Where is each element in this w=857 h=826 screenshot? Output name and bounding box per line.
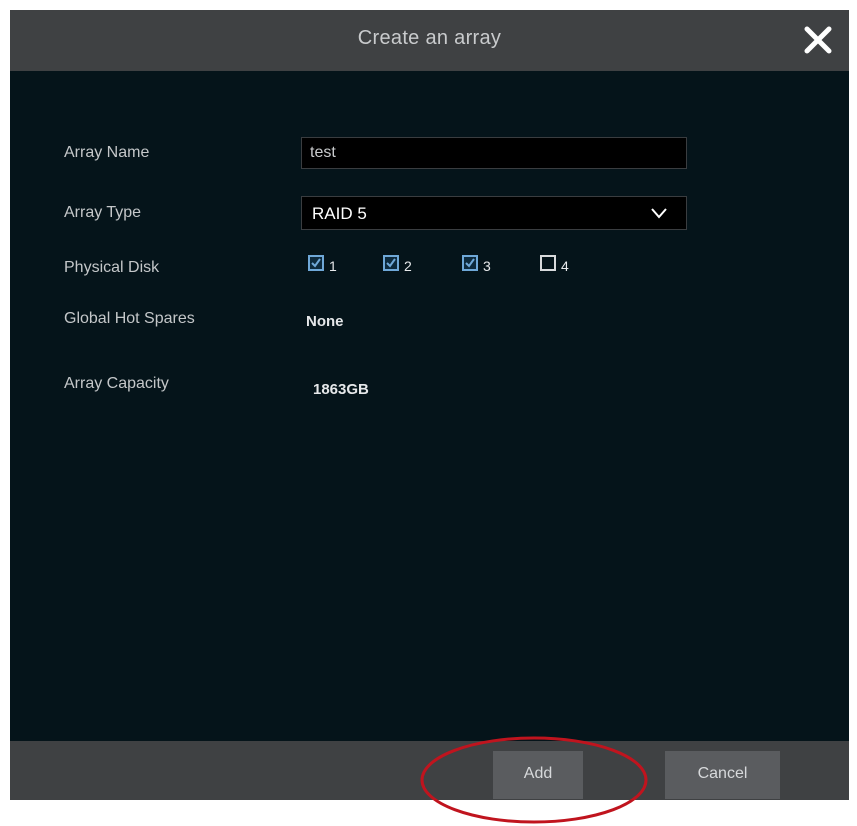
close-icon[interactable]	[801, 23, 835, 57]
checkbox-checked-icon	[383, 255, 399, 271]
dialog-titlebar: Create an array	[10, 10, 849, 71]
disk-number: 1	[329, 258, 337, 274]
array-name-label: Array Name	[64, 144, 150, 161]
array-capacity-value: 1863GB	[313, 381, 369, 398]
dialog-title: Create an array	[357, 27, 502, 49]
add-button[interactable]: Add	[493, 751, 583, 799]
array-type-select[interactable]: RAID 5	[301, 196, 687, 230]
dialog-body: Array Name Array Type RAID 5 Physical Di…	[10, 71, 849, 741]
checkbox-unchecked-icon	[540, 255, 556, 271]
disk-number: 2	[404, 258, 412, 274]
global-hot-spares-label: Global Hot Spares	[64, 310, 195, 327]
array-type-label: Array Type	[64, 204, 142, 221]
disk-number: 3	[483, 258, 491, 274]
checkbox-checked-icon	[462, 255, 478, 271]
array-type-value: RAID 5	[312, 204, 367, 223]
dialog-footer: Add Cancel	[10, 741, 849, 800]
create-array-dialog: Create an array Array Name Array Type RA…	[10, 10, 849, 800]
array-name-input[interactable]	[301, 137, 687, 169]
global-hot-spares-value: None	[306, 313, 344, 330]
disk-number: 4	[561, 258, 569, 274]
array-capacity-label: Array Capacity	[64, 375, 169, 392]
physical-disk-label: Physical Disk	[64, 259, 160, 276]
chevron-down-icon	[651, 208, 667, 219]
checkbox-checked-icon	[308, 255, 324, 271]
cancel-button[interactable]: Cancel	[665, 751, 780, 799]
